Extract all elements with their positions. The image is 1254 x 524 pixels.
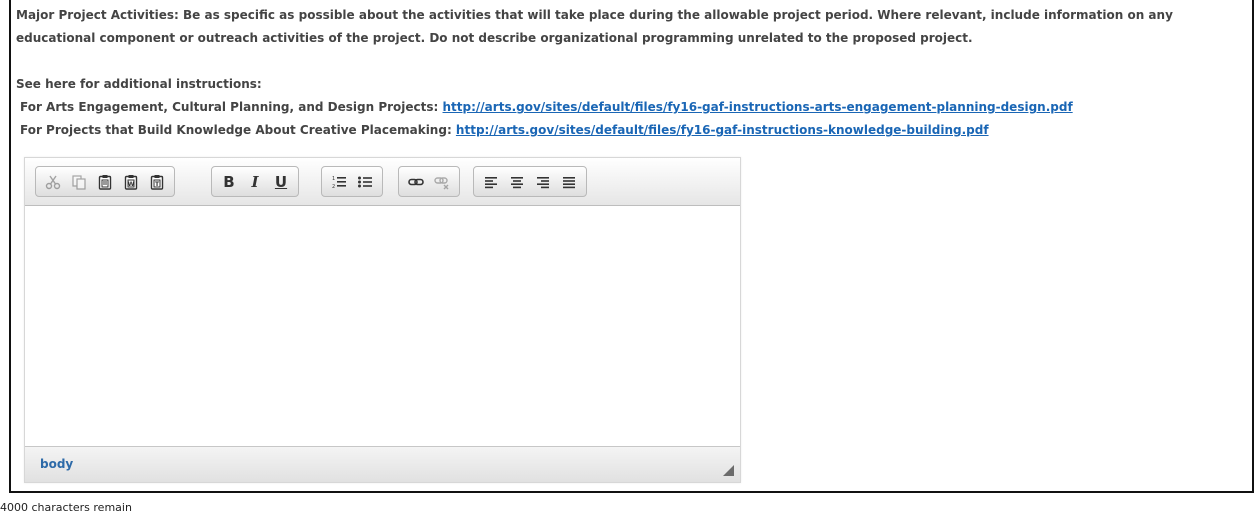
instruction-line-arts: For Arts Engagement, Cultural Planning, …	[16, 96, 1246, 119]
numbered-list-button[interactable]: 1 2	[327, 170, 351, 194]
italic-icon: I	[251, 172, 259, 191]
underline-button[interactable]: U	[269, 170, 293, 194]
bold-button[interactable]: B	[217, 170, 241, 194]
clipboard-group: W T	[35, 166, 175, 197]
instruction-label-arts: For Arts Engagement, Cultural Planning, …	[20, 100, 443, 114]
alignment-group	[473, 166, 587, 197]
rich-text-editor: W T B I U 1 2 body	[24, 157, 741, 483]
unlink-icon	[434, 176, 449, 189]
additional-instructions-heading: See here for additional instructions:	[16, 77, 262, 91]
paste-button[interactable]	[93, 170, 117, 194]
cut-icon	[45, 175, 61, 189]
editor-content-area[interactable]	[25, 207, 740, 447]
remove-link-button[interactable]	[430, 170, 454, 194]
characters-remaining-text: 4000 characters remain	[0, 501, 132, 514]
text-style-group: B I U	[211, 166, 299, 197]
resize-handle-icon[interactable]	[723, 465, 734, 476]
bold-icon: B	[223, 172, 235, 191]
underline-icon: U	[274, 172, 288, 191]
instruction-label-knowledge: For Projects that Build Knowledge About …	[20, 123, 456, 137]
paste-text-icon: T	[150, 174, 164, 190]
align-center-button[interactable]	[505, 170, 529, 194]
align-right-button[interactable]	[531, 170, 555, 194]
bulleted-list-button[interactable]	[353, 170, 377, 194]
italic-button[interactable]: I	[243, 170, 267, 194]
align-justify-button[interactable]	[557, 170, 581, 194]
align-left-button[interactable]	[479, 170, 503, 194]
align-right-icon	[537, 176, 549, 188]
svg-text:1: 1	[332, 176, 335, 182]
instruction-line-knowledge: For Projects that Build Knowledge About …	[16, 119, 1246, 142]
link-icon	[408, 178, 424, 185]
copy-button[interactable]	[67, 170, 91, 194]
link-group	[398, 166, 460, 197]
element-path-body[interactable]: body	[40, 457, 73, 471]
editor-status-bar: body	[25, 446, 740, 482]
instructions-block: Major Project Activities: Be as specific…	[16, 4, 1246, 142]
copy-icon	[72, 174, 86, 190]
numbered-list-icon: 1 2	[332, 176, 346, 190]
align-center-icon	[511, 176, 523, 188]
insert-link-button[interactable]	[404, 170, 428, 194]
arts-engagement-instructions-link[interactable]: http://arts.gov/sites/default/files/fy16…	[443, 100, 1073, 114]
cut-button[interactable]	[41, 170, 65, 194]
paste-as-text-button[interactable]: T	[145, 170, 169, 194]
svg-text:2: 2	[332, 184, 335, 190]
bulleted-list-icon	[358, 176, 372, 187]
align-justify-icon	[563, 176, 575, 188]
knowledge-building-instructions-link[interactable]: http://arts.gov/sites/default/files/fy16…	[456, 123, 989, 137]
align-left-icon	[485, 176, 497, 188]
paste-icon	[98, 174, 112, 190]
instructions-paragraph: Major Project Activities: Be as specific…	[16, 8, 1173, 45]
editor-toolbar: W T B I U 1 2	[25, 158, 740, 206]
paste-word-icon: W	[124, 174, 138, 190]
svg-text:W: W	[128, 181, 135, 188]
paste-from-word-button[interactable]: W	[119, 170, 143, 194]
list-group: 1 2	[321, 166, 383, 197]
